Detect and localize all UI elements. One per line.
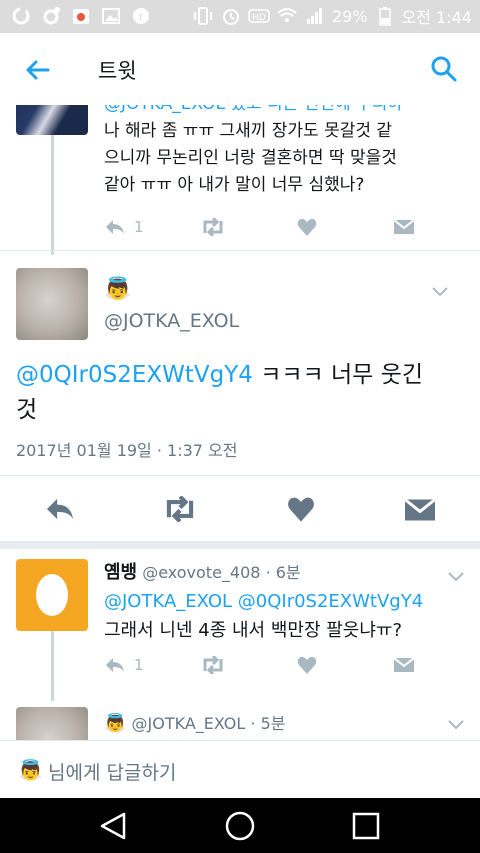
mention-link[interactable]: @0QIr0S2EXWtVgY4: [238, 591, 423, 612]
clock: 오전 1:44: [401, 8, 472, 27]
divider: [0, 541, 480, 549]
message-button[interactable]: [394, 656, 414, 674]
divider: [0, 475, 480, 476]
app-bar: 트윗: [0, 33, 480, 105]
reply-count: 1: [134, 218, 144, 236]
message-button[interactable]: [405, 496, 435, 524]
reply-composer[interactable]: 👼 님에게 답글하기: [0, 740, 480, 798]
tweet-text-line: 나 해라 좀 ㅠㅠ 그새끼 장가도 못갈것 같: [104, 121, 393, 141]
reply-button[interactable]: 1: [104, 218, 144, 236]
tweet-text-body: ㅋㅋㅋ 너무 웃긴: [252, 362, 423, 388]
svg-text:t: t: [139, 12, 143, 23]
vibrate-icon: [192, 5, 214, 27]
search-icon[interactable]: [430, 55, 458, 83]
battery-percent: 29%: [331, 6, 368, 26]
status-bar: t HD 29% 오전 1:44: [0, 0, 480, 33]
back-arrow-icon[interactable]: [22, 55, 52, 85]
tweet-text-body: 그래서 니넨 4종 내서 백만장 팔읏냐ㅠ?: [104, 620, 403, 641]
user-handle[interactable]: @exovote_408: [142, 563, 260, 582]
retweet-button[interactable]: [200, 656, 226, 674]
divider: [0, 250, 480, 251]
page-title: 트윗: [98, 59, 137, 83]
tweet-thread[interactable]: @JOTKA_EXOL 했고 니는 전번에 우리하 나 해라 좀 ㅠㅠ 그새끼 …: [0, 105, 480, 740]
tweet-timestamp: 2017년 01월 19일 · 1:37 오전: [16, 441, 238, 460]
mention-link[interactable]: @JOTKA_EXOL: [104, 591, 232, 612]
reply-target-emoji: 👼: [18, 758, 43, 782]
signal-icon: [304, 5, 326, 27]
tweet-text: @0QIr0S2EXWtVgY4 ㅋㅋㅋ 너무 웃긴 것: [16, 358, 466, 428]
reply-count: 1: [134, 656, 144, 674]
tweet-text-line: 으니까 무논리인 너랑 결혼하면 딱 맞을것: [104, 148, 397, 168]
egg-icon: [35, 569, 69, 621]
svg-text:HD: HD: [252, 13, 266, 23]
profile-emoji: 👼: [104, 713, 127, 734]
battery-icon: [374, 5, 396, 27]
like-button[interactable]: [287, 496, 315, 522]
more-options-chevron-icon[interactable]: [448, 567, 464, 586]
sync-icon: [10, 5, 32, 27]
mention-link[interactable]: @0QIr0S2EXWtVgY4: [16, 362, 253, 388]
user-handle[interactable]: @JOTKA_EXOL: [104, 310, 239, 332]
hd-icon: HD: [248, 5, 270, 27]
message-button[interactable]: [394, 218, 414, 236]
thread-line: [51, 135, 54, 255]
thread-line: [51, 631, 54, 701]
user-handle[interactable]: @JOTKA_EXOL: [132, 714, 246, 733]
more-options-chevron-icon[interactable]: [432, 282, 448, 301]
tweet-text-line: @JOTKA_EXOL 했고 니는 전번에 우리하: [104, 105, 464, 118]
nav-home-icon[interactable]: [224, 810, 256, 842]
app-icon: [70, 5, 92, 27]
more-options-chevron-icon[interactable]: [448, 715, 464, 734]
profile-emoji: 👼: [104, 277, 132, 302]
nav-recents-icon[interactable]: [350, 810, 382, 842]
nav-back-icon[interactable]: [98, 810, 130, 842]
tweet-time: · 5분: [250, 714, 286, 733]
reply-button[interactable]: [44, 496, 76, 522]
avatar[interactable]: [16, 268, 88, 340]
tweet-text: @JOTKA_EXOL @0QIr0S2EXWtVgY4 그래서 니넨 4종 내…: [104, 587, 470, 645]
system-navigation-bar: [0, 798, 480, 853]
tweet-time: · 6분: [265, 563, 301, 582]
reply-button[interactable]: 1: [104, 656, 144, 674]
tweet-text-body: 것: [16, 397, 38, 423]
avatar[interactable]: [16, 559, 88, 631]
wifi-icon: [276, 5, 298, 27]
reply-input-placeholder[interactable]: 님에게 답글하기: [48, 758, 176, 785]
messenger-icon: t: [130, 5, 152, 27]
gallery-icon: [100, 5, 122, 27]
tweet-text-line: 같아 ㅠㅠ 아 내가 말이 너무 심했나?: [104, 175, 365, 195]
like-button[interactable]: [297, 218, 317, 236]
retweet-button[interactable]: [200, 218, 226, 236]
display-name[interactable]: 옘뱅: [104, 562, 137, 583]
alarm-icon: [220, 5, 242, 27]
avatar[interactable]: [16, 105, 88, 135]
notification-o-icon: [40, 5, 62, 27]
like-button[interactable]: [297, 656, 317, 674]
avatar[interactable]: [16, 707, 88, 740]
retweet-button[interactable]: [162, 496, 198, 522]
